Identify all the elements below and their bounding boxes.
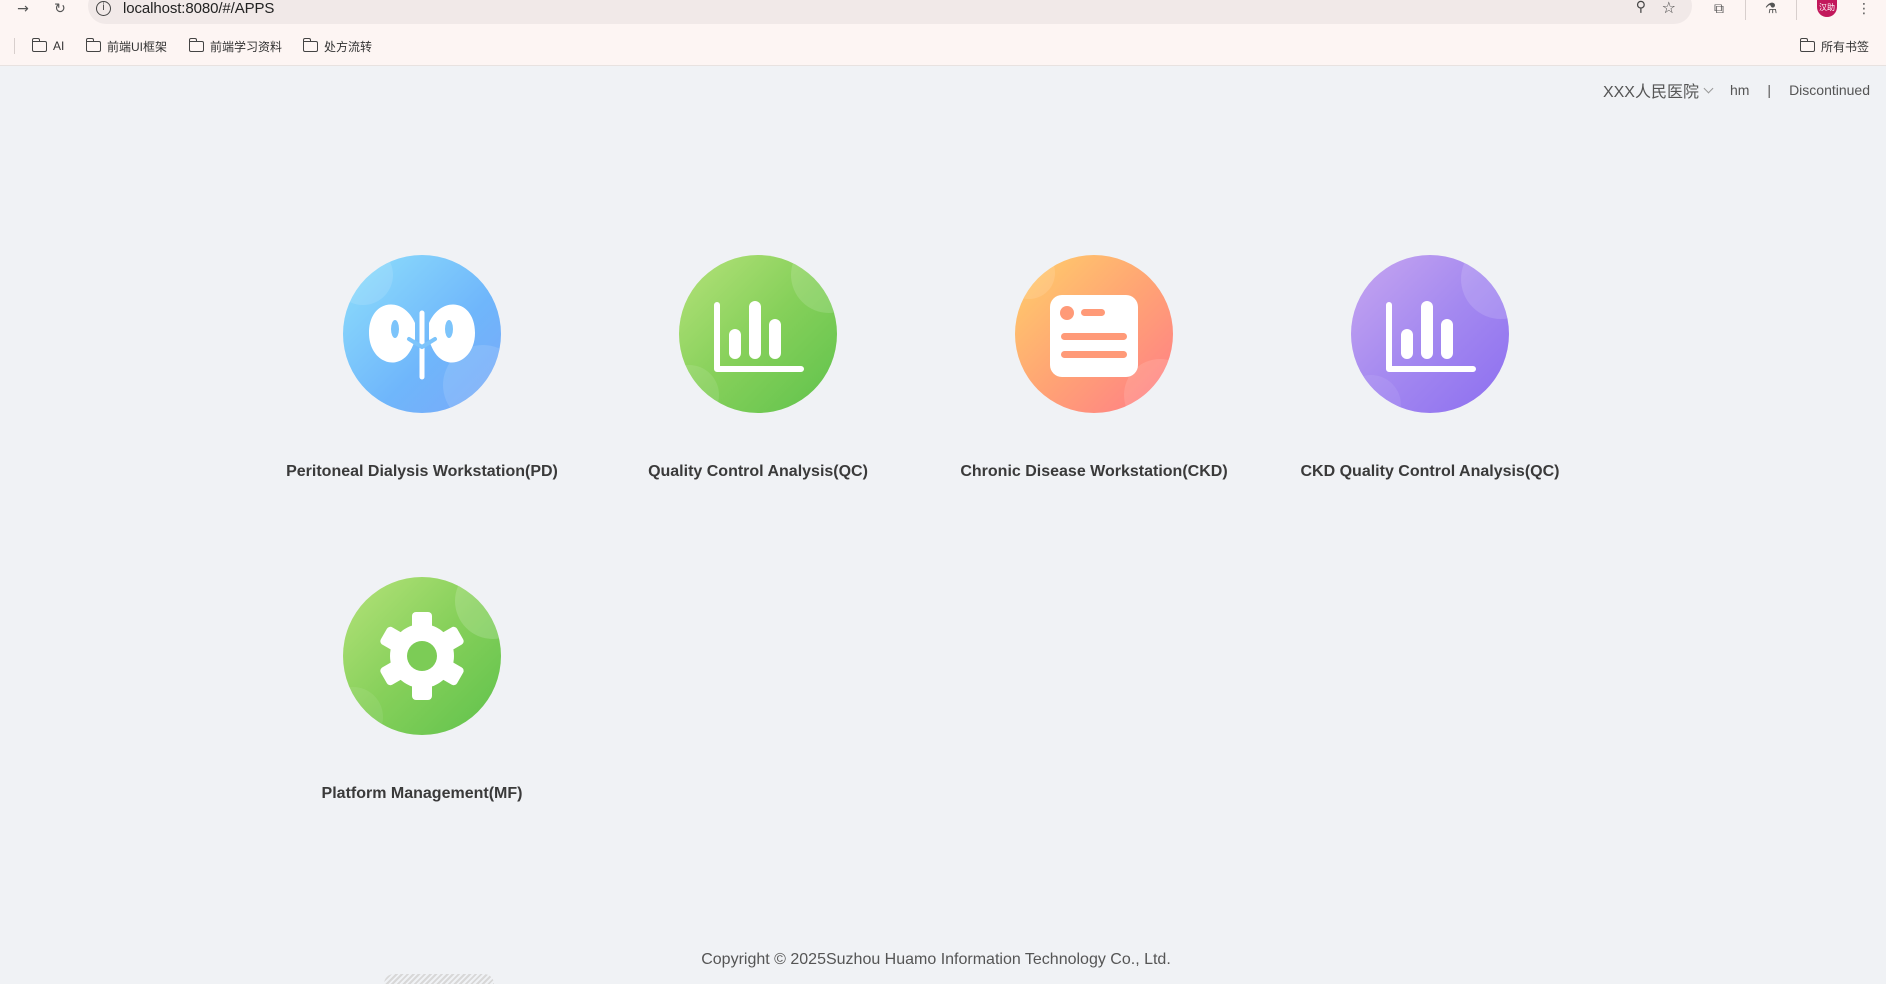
app-icon-circle: [1015, 255, 1173, 413]
toolbar-divider: [1745, 0, 1746, 20]
site-info-icon[interactable]: i: [96, 1, 111, 16]
app-icon-circle: [343, 255, 501, 413]
bookmark-folder-learning[interactable]: 前端学习资料: [188, 34, 283, 58]
bookmark-label: 前端UI框架: [107, 39, 168, 54]
app-quality-control[interactable]: Quality Control Analysis(QC): [598, 255, 918, 481]
extensions-icon[interactable]: ⧉: [1706, 0, 1732, 18]
id-card-icon: [1050, 295, 1138, 377]
toolbar-divider: [1796, 0, 1797, 20]
address-bar[interactable]: i localhost:8080/#/APPS ⚲ ☆: [88, 0, 1692, 24]
app-label: Quality Control Analysis(QC): [648, 463, 868, 480]
app-platform-management[interactable]: Platform Management(MF): [262, 577, 582, 803]
gear-icon: [380, 612, 464, 700]
footer-copyright: Copyright © 2025Suzhou Huamo Information…: [701, 951, 1171, 968]
username[interactable]: hm: [1730, 82, 1749, 98]
menu-kebab-icon[interactable]: ⋮: [1851, 0, 1877, 18]
app-icon-circle: [1351, 255, 1509, 413]
bookmark-star-icon[interactable]: ☆: [1662, 0, 1676, 17]
status-link[interactable]: Discontinued: [1789, 82, 1870, 98]
all-bookmarks-folder[interactable]: 所有书签: [1799, 34, 1870, 58]
hospital-selector[interactable]: XXX人民医院: [1603, 78, 1699, 102]
bookmarks-bar: AI 前端UI框架 前端学习资料 处方流转 所有书签: [0, 34, 1886, 58]
reload-icon[interactable]: ↻: [47, 0, 73, 18]
bookmark-label: 处方流转: [324, 39, 373, 54]
folder-icon: [31, 37, 47, 52]
app-label: Chronic Disease Workstation(CKD): [960, 463, 1228, 480]
bookmark-folder-ai[interactable]: AI: [31, 34, 65, 58]
bar-chart-icon: [1386, 301, 1476, 372]
folder-icon: [1799, 37, 1815, 52]
folder-icon: [85, 37, 101, 52]
chevron-down-icon[interactable]: [1703, 83, 1714, 93]
app-label: CKD Quality Control Analysis(QC): [1300, 463, 1560, 480]
forward-icon[interactable]: →: [10, 0, 36, 18]
app-chronic-disease[interactable]: Chronic Disease Workstation(CKD): [934, 255, 1254, 481]
bookmark-label: 前端学习资料: [210, 39, 283, 54]
bookmark-label: AI: [53, 39, 65, 53]
zoom-icon[interactable]: ⚲: [1636, 0, 1646, 15]
folder-icon: [188, 37, 204, 52]
browser-toolbar: → ↻ i localhost:8080/#/APPS ⚲ ☆ ⧉ ⚗ 汉助 ⋮: [0, 0, 1886, 26]
kidney-icon: [369, 304, 475, 380]
bookmark-folder-prescription[interactable]: 处方流转: [302, 34, 373, 58]
folder-icon: [302, 37, 318, 52]
app-header: XXX人民医院 hm | Discontinued: [1603, 79, 1870, 101]
decorative-hatch: [384, 974, 494, 984]
browser-chrome: → ↻ i localhost:8080/#/APPS ⚲ ☆ ⧉ ⚗ 汉助 ⋮…: [0, 0, 1886, 66]
app-label: Peritoneal Dialysis Workstation(PD): [286, 463, 558, 480]
bookmark-folder-ui-frameworks[interactable]: 前端UI框架: [85, 34, 168, 58]
app-label: Platform Management(MF): [321, 785, 523, 802]
app-icon-circle: [343, 577, 501, 735]
all-bookmarks-label: 所有书签: [1821, 39, 1870, 54]
app-icon-circle: [679, 255, 837, 413]
bar-chart-icon: [714, 301, 804, 372]
app-ckd-quality-control[interactable]: CKD Quality Control Analysis(QC): [1270, 255, 1590, 481]
url-text: localhost:8080/#/APPS: [123, 0, 275, 17]
labs-flask-icon[interactable]: ⚗: [1758, 0, 1784, 18]
app-peritoneal-dialysis[interactable]: Peritoneal Dialysis Workstation(PD): [262, 255, 582, 481]
header-separator: |: [1767, 82, 1772, 98]
profile-avatar[interactable]: 汉助: [1817, 0, 1837, 17]
